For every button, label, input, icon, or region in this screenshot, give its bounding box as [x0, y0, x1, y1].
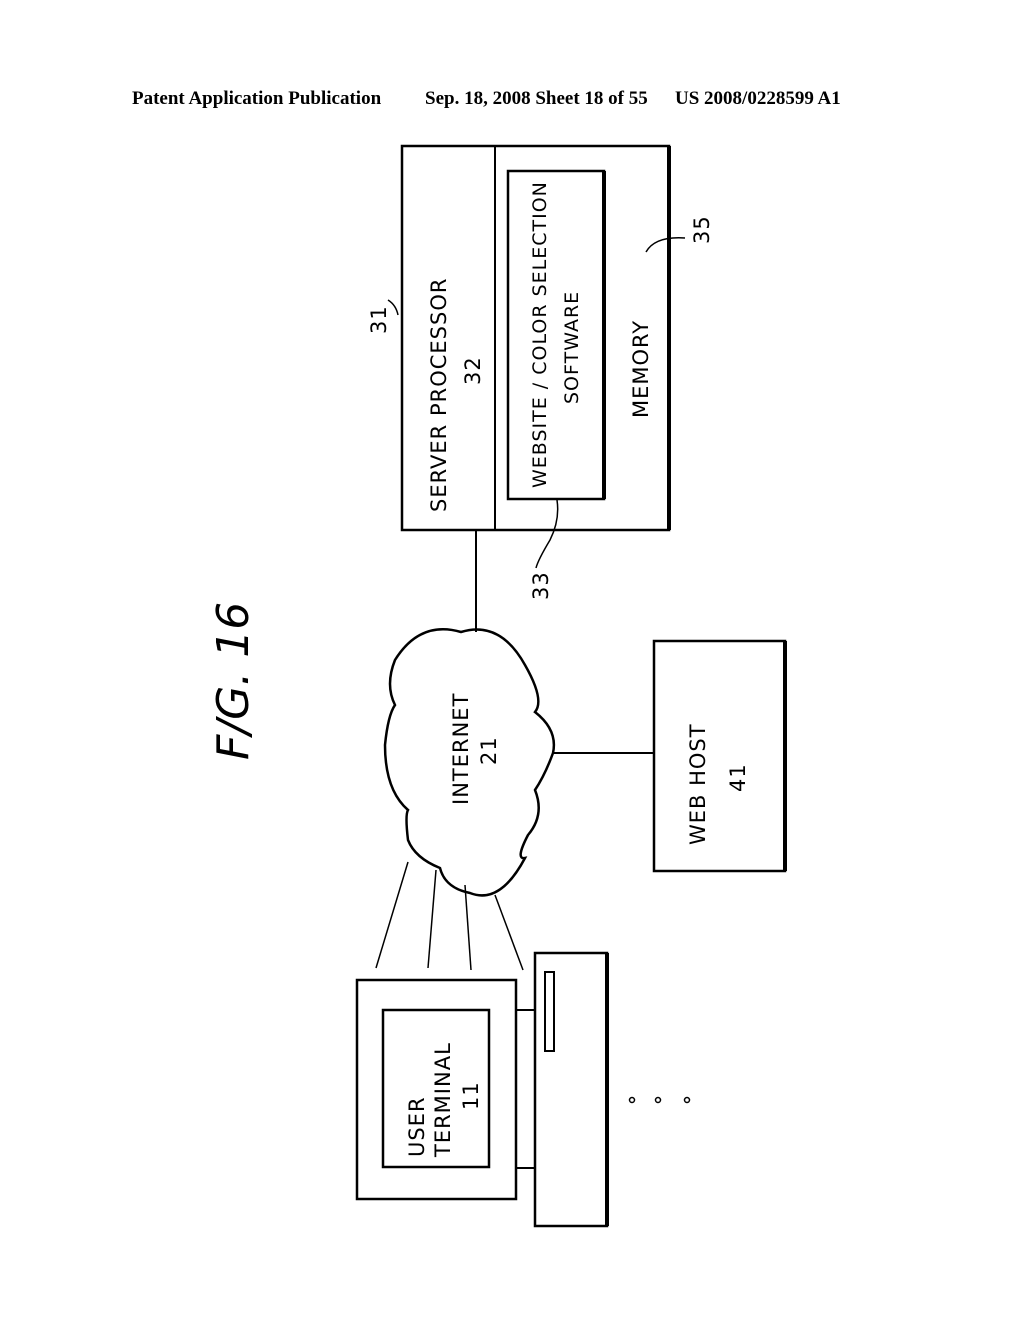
software-label-line2: SOFTWARE — [561, 291, 583, 404]
software-label-line1: WEBSITE / COLOR SELECTION — [529, 181, 551, 488]
server-processor-ref: 32 — [461, 356, 485, 385]
more-terminals-ellipsis — [628, 1096, 691, 1104]
disk-drive-slot — [544, 971, 555, 1052]
memory-ref: 35 — [690, 215, 714, 244]
web-host-ref: 41 — [726, 763, 750, 792]
internet-ref: 21 — [477, 736, 501, 765]
terminal-link-3 — [464, 884, 472, 971]
figure-title: F/G. 16 — [208, 602, 259, 760]
ellipsis-dot — [683, 1096, 691, 1104]
web-host-label: WEB HOST — [686, 723, 710, 845]
server-ref: 31 — [367, 305, 391, 334]
user-terminal: USER TERMINAL 11 — [355, 951, 609, 1228]
internet-label: INTERNET — [449, 693, 473, 805]
memory-label: MEMORY — [629, 320, 653, 418]
terminal-link-4 — [494, 894, 524, 971]
terminal-link-2 — [427, 869, 437, 969]
server-box: SERVER PROCESSOR 32 WEBSITE / COLOR SELE… — [400, 144, 671, 532]
figure-diagram: F/G. 16 SERVER PROCESSOR 32 WEBSITE / CO… — [208, 144, 787, 1228]
user-terminal-label-line2: TERMINAL — [431, 1042, 455, 1158]
user-terminal-ref: 11 — [459, 1081, 483, 1110]
ellipsis-dot — [654, 1096, 662, 1104]
ellipsis-dot — [628, 1096, 636, 1104]
web-host-outline — [652, 639, 787, 873]
server-processor-label: SERVER PROCESSOR — [427, 278, 451, 512]
ref-33-leader — [535, 499, 559, 569]
ref-35-leader — [645, 237, 686, 253]
software-box — [506, 169, 606, 501]
web-host-box: WEB HOST 41 — [652, 639, 787, 873]
software-ref: 33 — [529, 571, 553, 600]
terminal-link-1 — [375, 861, 409, 969]
user-terminal-label-line1: USER — [405, 1096, 429, 1157]
